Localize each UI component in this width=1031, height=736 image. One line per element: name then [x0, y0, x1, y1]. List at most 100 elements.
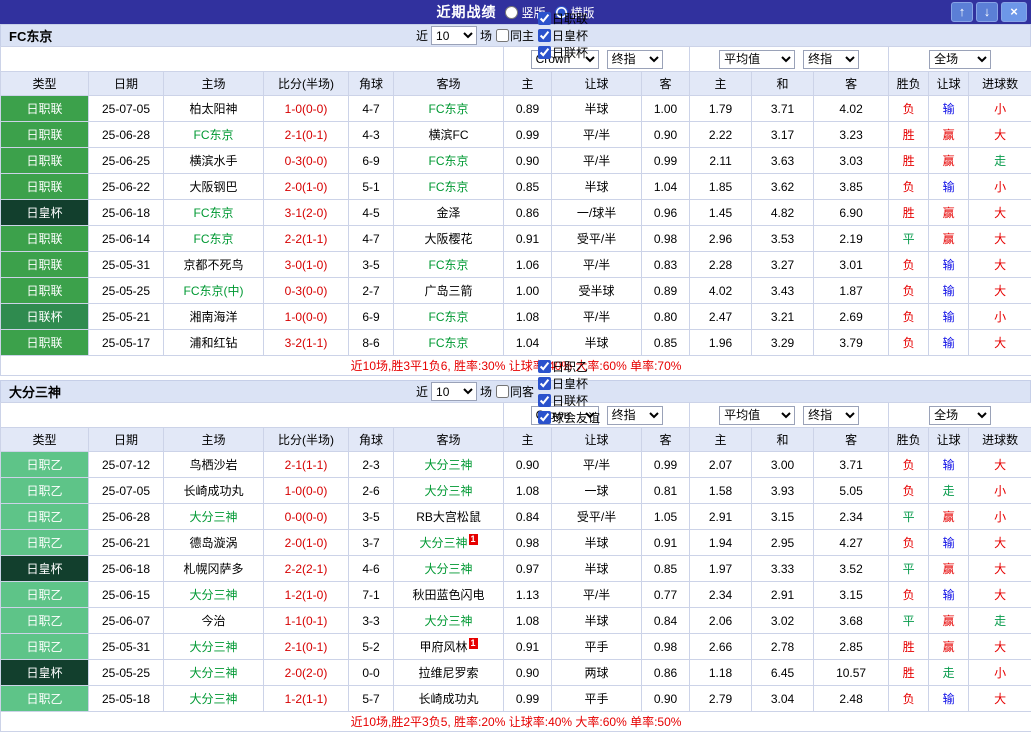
- final-odds-select-2[interactable]: 终指: [803, 406, 859, 425]
- avg-home-odds: 1.94: [690, 530, 752, 556]
- competition-type: 日职联: [1, 96, 89, 122]
- result-outcome: 负: [889, 478, 929, 504]
- league-filter-checkbox[interactable]: 日皇杯: [537, 375, 600, 392]
- results-table: Crown终指 平均值终指 全场 类型日期主场比分(半场)角球客场主让球客主和客…: [0, 402, 1031, 732]
- handicap-line: 受半球: [552, 278, 642, 304]
- avg-draw-odds: 2.95: [752, 530, 814, 556]
- corners: 4-7: [349, 226, 394, 252]
- league-filter-checkbox[interactable]: 日皇杯: [537, 27, 588, 44]
- same-venue-checkbox[interactable]: 同客: [495, 383, 534, 400]
- move-up-button[interactable]: ↑: [951, 2, 973, 22]
- column-header: 和: [752, 428, 814, 452]
- competition-type: 日职联: [1, 226, 89, 252]
- home-team: 柏太阳神: [164, 96, 264, 122]
- match-count-select[interactable]: 10: [431, 382, 477, 401]
- corners: 6-9: [349, 304, 394, 330]
- average-select[interactable]: 平均值: [719, 406, 795, 425]
- handicap-line: 半球: [552, 330, 642, 356]
- match-date: 25-06-21: [89, 530, 164, 556]
- away-team: 横滨FC: [394, 122, 504, 148]
- avg-home-odds: 2.91: [690, 504, 752, 530]
- result-handicap: 赢: [929, 122, 969, 148]
- score: 0-3(0-0): [264, 148, 349, 174]
- avg-away-odds: 3.79: [814, 330, 889, 356]
- close-button[interactable]: ×: [1001, 2, 1027, 22]
- home-team: 德岛漩涡: [164, 530, 264, 556]
- result-goals: 大: [969, 200, 1031, 226]
- handicap-home-odds: 1.08: [504, 304, 552, 330]
- handicap-away-odds: 0.90: [642, 122, 690, 148]
- league-filter-input[interactable]: [538, 12, 551, 25]
- avg-draw-odds: 3.15: [752, 504, 814, 530]
- away-team: FC东京: [394, 304, 504, 330]
- league-filter-checkbox[interactable]: 球会友谊: [537, 409, 600, 426]
- result-handicap: 赢: [929, 226, 969, 252]
- column-header: 类型: [1, 72, 89, 96]
- same-venue-checkbox[interactable]: 同主: [495, 27, 534, 44]
- avg-away-odds: 3.03: [814, 148, 889, 174]
- handicap-home-odds: 0.89: [504, 96, 552, 122]
- match-count-select[interactable]: 10: [431, 26, 477, 45]
- league-filter-checkbox[interactable]: 日职乙: [537, 358, 600, 375]
- same-venue-input[interactable]: [496, 29, 509, 42]
- column-header-row: 类型日期主场比分(半场)角球客场主让球客主和客胜负让球进球数: [1, 428, 1031, 452]
- result-outcome: 负: [889, 330, 929, 356]
- scope-select[interactable]: 全场: [929, 406, 991, 425]
- column-header: 客场: [394, 72, 504, 96]
- home-team: 湘南海洋: [164, 304, 264, 330]
- move-down-button[interactable]: ↓: [976, 2, 998, 22]
- league-filter-input[interactable]: [538, 46, 551, 59]
- column-header: 角球: [349, 72, 394, 96]
- handicap-line: 一/球半: [552, 200, 642, 226]
- league-filter-input[interactable]: [538, 411, 551, 424]
- avg-draw-odds: 3.04: [752, 686, 814, 712]
- avg-draw-odds: 3.33: [752, 556, 814, 582]
- corners: 3-7: [349, 530, 394, 556]
- avg-draw-odds: 3.71: [752, 96, 814, 122]
- league-filter-input[interactable]: [538, 394, 551, 407]
- corners: 4-5: [349, 200, 394, 226]
- column-header: 胜负: [889, 72, 929, 96]
- result-goals: 小: [969, 304, 1031, 330]
- score: 1-0(0-0): [264, 478, 349, 504]
- same-venue-input[interactable]: [496, 385, 509, 398]
- league-filter-checkbox[interactable]: 日联杯: [537, 44, 588, 61]
- result-handicap: 走: [929, 660, 969, 686]
- final-odds-select-2[interactable]: 终指: [803, 50, 859, 69]
- match-row: 日职乙25-07-12鸟栖沙岩2-1(1-1)2-3大分三神0.90平/半0.9…: [1, 452, 1031, 478]
- result-handicap: 赢: [929, 634, 969, 660]
- column-header: 类型: [1, 428, 89, 452]
- column-header: 和: [752, 72, 814, 96]
- handicap-away-odds: 0.85: [642, 330, 690, 356]
- match-row: 日职联25-06-14FC东京2-2(1-1)4-7大阪樱花0.91受平/半0.…: [1, 226, 1031, 252]
- result-goals: 大: [969, 582, 1031, 608]
- column-header: 角球: [349, 428, 394, 452]
- avg-away-odds: 2.19: [814, 226, 889, 252]
- home-team: FC东京: [164, 200, 264, 226]
- handicap-line: 平/半: [552, 122, 642, 148]
- handicap-away-odds: 0.80: [642, 304, 690, 330]
- result-goals: 小: [969, 478, 1031, 504]
- league-filter-input[interactable]: [538, 360, 551, 373]
- away-team: 大分三神: [394, 452, 504, 478]
- league-filter-checkbox[interactable]: 日职联: [537, 10, 588, 27]
- match-date: 25-06-25: [89, 148, 164, 174]
- match-row: 日职乙25-07-05长崎成功丸1-0(0-0)2-6大分三神1.08一球0.8…: [1, 478, 1031, 504]
- home-team: 大分三神: [164, 660, 264, 686]
- match-row: 日职联25-06-28FC东京2-1(0-1)4-3横滨FC0.99平/半0.9…: [1, 122, 1031, 148]
- competition-type: 日职联: [1, 122, 89, 148]
- final-odds-select[interactable]: 终指: [607, 406, 663, 425]
- result-outcome: 负: [889, 452, 929, 478]
- average-select[interactable]: 平均值: [719, 50, 795, 69]
- scope-select[interactable]: 全场: [929, 50, 991, 69]
- match-date: 25-06-07: [89, 608, 164, 634]
- match-date: 25-07-05: [89, 478, 164, 504]
- home-team: 京都不死鸟: [164, 252, 264, 278]
- league-filter-input[interactable]: [538, 377, 551, 390]
- league-filter-input[interactable]: [538, 29, 551, 42]
- league-filter-checkbox[interactable]: 日联杯: [537, 392, 600, 409]
- result-outcome: 胜: [889, 634, 929, 660]
- final-odds-select[interactable]: 终指: [607, 50, 663, 69]
- result-handicap: 走: [929, 478, 969, 504]
- score: 2-1(1-1): [264, 452, 349, 478]
